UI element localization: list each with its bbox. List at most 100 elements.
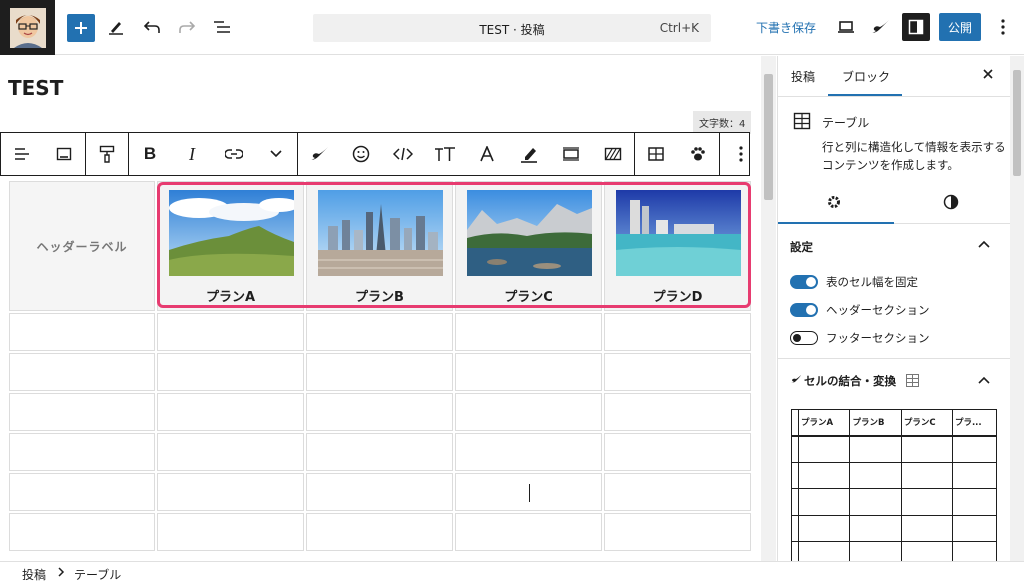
- document-overview-button[interactable]: [212, 17, 232, 37]
- table-cell[interactable]: [604, 473, 751, 511]
- inline-code-button[interactable]: [382, 133, 424, 175]
- table-cell[interactable]: [306, 313, 453, 351]
- save-draft-button[interactable]: 下書き保存: [756, 19, 816, 36]
- redo-button[interactable]: [177, 17, 197, 37]
- scrollbar-thumb[interactable]: [764, 74, 773, 200]
- table-cell[interactable]: [9, 393, 155, 431]
- plan-a-cell[interactable]: プランA: [157, 181, 304, 311]
- table-cell[interactable]: [157, 433, 304, 471]
- mini-cell[interactable]: [900, 435, 953, 463]
- table-cell[interactable]: [604, 313, 751, 351]
- close-sidebar-button[interactable]: [982, 66, 994, 84]
- fixed-width-toggle[interactable]: 表のセル幅を固定: [790, 274, 918, 290]
- settings-panel-title[interactable]: 設定: [790, 239, 813, 255]
- mini-cell[interactable]: [951, 461, 998, 489]
- plan-c-cell[interactable]: プランC: [455, 181, 602, 311]
- italic-button[interactable]: I: [171, 133, 213, 175]
- site-icon-button[interactable]: [0, 0, 55, 55]
- styles-tab[interactable]: [943, 194, 959, 214]
- mini-cell[interactable]: [849, 541, 902, 561]
- mini-cell[interactable]: プランB: [849, 409, 902, 437]
- plugin-format-button[interactable]: [298, 133, 340, 175]
- footer-section-toggle[interactable]: フッターセクション: [790, 330, 930, 346]
- table-cell[interactable]: [9, 353, 155, 391]
- preview-button[interactable]: [836, 17, 856, 37]
- mini-cell[interactable]: [951, 514, 998, 542]
- mini-cell[interactable]: [900, 514, 953, 542]
- table-edit-button[interactable]: [635, 133, 677, 175]
- table-cell[interactable]: [455, 393, 602, 431]
- table-cell[interactable]: [306, 353, 453, 391]
- font-size-button[interactable]: [424, 133, 466, 175]
- edit-tool-button[interactable]: [106, 17, 126, 37]
- mini-cell[interactable]: プランC: [900, 409, 953, 437]
- command-palette[interactable]: TEST · 投稿 Ctrl+K: [313, 14, 711, 42]
- table-cell[interactable]: [604, 433, 751, 471]
- mini-cell[interactable]: [951, 488, 998, 516]
- format-painter-button[interactable]: [86, 133, 128, 175]
- table-cell[interactable]: [306, 433, 453, 471]
- settings-tab[interactable]: [826, 194, 842, 214]
- table-cell[interactable]: [306, 513, 453, 551]
- highlight-button[interactable]: [508, 133, 550, 175]
- undo-button[interactable]: [142, 17, 162, 37]
- settings-collapse-button[interactable]: [978, 237, 990, 251]
- table-cell[interactable]: [9, 433, 155, 471]
- table-cell[interactable]: [9, 513, 155, 551]
- mini-cell[interactable]: [791, 409, 799, 437]
- paw-button[interactable]: [677, 133, 719, 175]
- align-button[interactable]: [1, 133, 43, 175]
- mini-cell[interactable]: [791, 435, 799, 463]
- header-section-toggle[interactable]: ヘッダーセクション: [790, 302, 930, 318]
- table-cell[interactable]: [157, 513, 304, 551]
- mini-cell[interactable]: [791, 461, 799, 489]
- mini-table-preview[interactable]: プランA プランB プランC プラ...: [791, 409, 998, 561]
- clear-format-button[interactable]: [592, 133, 634, 175]
- mini-cell[interactable]: [900, 541, 953, 561]
- table-cell[interactable]: [9, 313, 155, 351]
- tab-post[interactable]: 投稿: [791, 68, 815, 85]
- background-button[interactable]: [550, 133, 592, 175]
- block-options-button[interactable]: [720, 133, 762, 175]
- table-cell[interactable]: [455, 353, 602, 391]
- mini-cell[interactable]: プランA: [797, 409, 851, 437]
- mini-cell[interactable]: [797, 435, 851, 463]
- scrollbar-thumb[interactable]: [1013, 70, 1021, 176]
- mini-cell[interactable]: [791, 488, 799, 516]
- plan-b-cell[interactable]: プランB: [306, 181, 453, 311]
- width-button[interactable]: [43, 133, 85, 175]
- mini-cell[interactable]: プラ...: [951, 409, 998, 437]
- table-cell[interactable]: [9, 473, 155, 511]
- table-cell[interactable]: [157, 473, 304, 511]
- mini-cell[interactable]: [849, 435, 902, 463]
- header-label-cell[interactable]: ヘッダーラベル: [9, 181, 155, 311]
- mini-cell[interactable]: [900, 461, 953, 489]
- mini-cell[interactable]: [900, 488, 953, 516]
- cell-merge-panel-title[interactable]: セルの結合・変換: [804, 373, 896, 389]
- table-cell[interactable]: [604, 353, 751, 391]
- text-color-button[interactable]: [466, 133, 508, 175]
- mini-cell[interactable]: [951, 541, 998, 561]
- toggle-switch[interactable]: [790, 303, 818, 317]
- publish-button[interactable]: 公開: [939, 13, 981, 41]
- toggle-switch[interactable]: [790, 275, 818, 289]
- mini-cell[interactable]: [849, 514, 902, 542]
- table-cell[interactable]: [455, 313, 602, 351]
- table-cell[interactable]: [157, 313, 304, 351]
- toggle-switch[interactable]: [790, 331, 818, 345]
- table-cell[interactable]: [604, 393, 751, 431]
- mini-cell[interactable]: [849, 488, 902, 516]
- table-cell[interactable]: [306, 473, 453, 511]
- mini-cell[interactable]: [849, 461, 902, 489]
- editor-scrollbar[interactable]: [761, 56, 776, 561]
- more-formats-button[interactable]: [255, 133, 297, 175]
- merge-collapse-button[interactable]: [978, 373, 990, 387]
- table-cell[interactable]: [455, 433, 602, 471]
- mini-cell[interactable]: [791, 514, 799, 542]
- add-block-button[interactable]: [67, 14, 95, 42]
- settings-sidebar-toggle[interactable]: [902, 13, 930, 41]
- mini-cell[interactable]: [797, 461, 851, 489]
- breadcrumb-table[interactable]: テーブル: [74, 566, 121, 583]
- mini-cell[interactable]: [797, 488, 851, 516]
- plan-d-cell[interactable]: プランD: [604, 181, 751, 311]
